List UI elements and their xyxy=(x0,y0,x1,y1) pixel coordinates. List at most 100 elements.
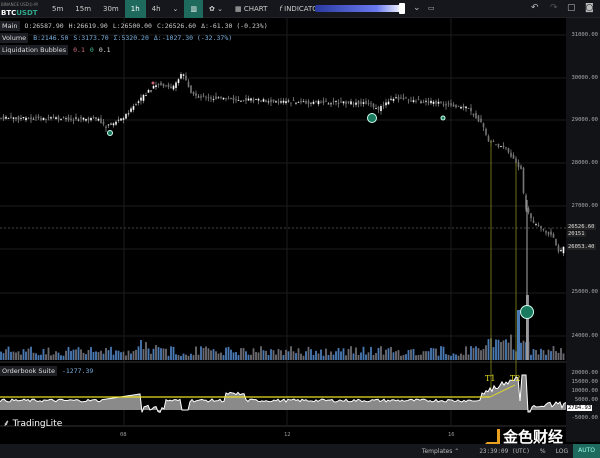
volume-bar xyxy=(322,355,325,360)
candle-body xyxy=(210,97,212,99)
candle-body xyxy=(95,117,97,119)
volume-bar xyxy=(117,350,120,360)
volume-bar xyxy=(400,355,402,360)
candle-body xyxy=(230,97,232,99)
volume-bar xyxy=(465,346,467,360)
chevron-up-icon: ⌃ xyxy=(454,447,460,455)
volume-bar xyxy=(447,354,450,360)
log-toggle[interactable]: LOG xyxy=(551,448,574,455)
candle-body xyxy=(175,82,177,88)
volume-bar xyxy=(192,355,195,360)
candle-body xyxy=(555,239,557,246)
volume-bar xyxy=(105,347,107,360)
volume-bar xyxy=(152,348,155,360)
volume-bar xyxy=(255,352,257,360)
volume-bar xyxy=(422,351,425,360)
volume-bar xyxy=(352,353,355,360)
volume-bar xyxy=(250,354,252,360)
tradinglite-logo: ⸙ TradingLite xyxy=(3,416,62,429)
templates-button[interactable]: Templates ⌃ xyxy=(417,448,464,455)
candle-body xyxy=(222,97,225,100)
candle-body xyxy=(427,101,430,103)
liq-value-2: 0 xyxy=(89,46,94,54)
volume-bar xyxy=(397,350,400,360)
liquidation-tag[interactable]: Liquidation Bubbles xyxy=(0,45,69,55)
time-tick: 12 xyxy=(284,432,291,438)
annotation-t2: T2 xyxy=(510,374,520,383)
volume-bar xyxy=(415,355,417,360)
candle-body xyxy=(372,103,375,108)
candle-body xyxy=(117,119,120,121)
volume-bar xyxy=(472,347,475,360)
volume-bar xyxy=(135,349,137,360)
volume-bar xyxy=(320,349,322,360)
candle-body xyxy=(480,118,482,123)
volume-bar xyxy=(72,349,75,360)
volume-bar xyxy=(272,350,275,360)
volume-bar xyxy=(552,346,555,360)
candle-body xyxy=(375,108,377,109)
volume-bar xyxy=(87,350,90,360)
candle-body xyxy=(270,99,272,103)
volume-bar xyxy=(345,355,347,360)
volume-bar xyxy=(252,348,255,360)
volume-bar xyxy=(42,348,45,360)
volume-tag[interactable]: Volume xyxy=(0,33,29,43)
price-tick: 25000.00 xyxy=(571,289,599,295)
volume-bar xyxy=(407,350,410,360)
candle-body xyxy=(397,97,400,100)
volume-bar xyxy=(510,334,512,360)
volume-bar xyxy=(557,352,560,360)
volume-bar xyxy=(440,346,442,360)
candle-body xyxy=(242,100,245,101)
candle-body xyxy=(265,100,267,102)
candle-body xyxy=(440,101,442,103)
percent-toggle[interactable]: % xyxy=(535,448,551,455)
volume-bar xyxy=(182,353,185,360)
volume-bar xyxy=(55,351,57,360)
volume-bar xyxy=(477,348,480,360)
auto-toggle[interactable]: AUTO xyxy=(573,444,600,458)
orderbook-tag[interactable]: Orderbook Suite xyxy=(0,366,57,376)
candle-body xyxy=(357,100,360,105)
candle-body xyxy=(142,94,145,101)
main-tag[interactable]: Main xyxy=(0,21,20,31)
volume-bar xyxy=(327,354,330,360)
liquidation-bubble xyxy=(440,115,446,121)
volume-bar xyxy=(390,346,392,360)
volume-bar xyxy=(100,350,102,360)
price-axis[interactable]: 31000.00 30000.00 29000.00 28000.00 2700… xyxy=(566,18,600,442)
candle-body xyxy=(547,232,550,235)
candle-body xyxy=(115,121,117,125)
candle-body xyxy=(7,118,10,119)
volume-bar xyxy=(262,350,265,360)
liquidation-bubble xyxy=(151,81,155,85)
candle-body xyxy=(475,113,477,119)
volume-bar xyxy=(512,349,515,360)
candle-body xyxy=(352,103,355,105)
volume-bar xyxy=(445,354,447,360)
volume-bar xyxy=(40,354,42,360)
volume-bar xyxy=(547,349,550,360)
volume-bar xyxy=(35,353,37,360)
candle-body xyxy=(510,152,512,157)
volume-bar xyxy=(555,351,557,360)
candle-body xyxy=(275,101,277,103)
candle-body xyxy=(150,90,152,92)
volume-bar xyxy=(162,348,165,360)
volume-bar xyxy=(297,348,300,360)
candle-body xyxy=(130,108,132,112)
candle-body xyxy=(467,108,470,109)
volume-bar xyxy=(290,346,292,360)
candle-body xyxy=(282,100,285,103)
candle-body xyxy=(232,97,235,101)
candle-body xyxy=(335,101,337,102)
volume-bar xyxy=(20,354,22,360)
price-chart[interactable]: T1 T2 xyxy=(0,0,600,444)
volume-bar xyxy=(350,346,352,360)
candle-body xyxy=(192,92,195,95)
volume-bar xyxy=(540,348,542,360)
candle-body xyxy=(145,94,147,96)
candle-body xyxy=(292,100,295,102)
candle-body xyxy=(492,141,495,142)
